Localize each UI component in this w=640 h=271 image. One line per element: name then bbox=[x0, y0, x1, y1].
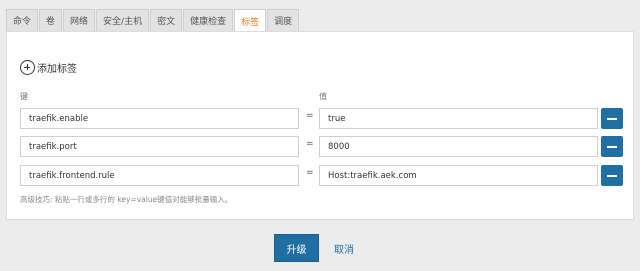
tab-bar: 命令 卷 网络 安全/主机 密文 健康检查 标签 调度 bbox=[6, 9, 300, 32]
cancel-button[interactable]: 取消 bbox=[329, 234, 359, 262]
label-value-input[interactable]: 8000 bbox=[319, 136, 598, 157]
upgrade-button[interactable]: 升级 bbox=[274, 234, 319, 262]
tab-security-host[interactable]: 安全/主机 bbox=[96, 9, 150, 31]
label-row: traefik.port = 8000 bbox=[20, 136, 623, 157]
label-row: traefik.enable = true bbox=[20, 108, 623, 129]
plus-circle-icon bbox=[20, 60, 35, 75]
bulk-input-hint: 高级技巧: 粘贴一行或多行的 key=value键值对能够批量输入。 bbox=[20, 195, 233, 204]
labels-panel: 添加标签 键 值 traefik.enable = true traefik.p… bbox=[6, 31, 634, 220]
tab-volumes[interactable]: 卷 bbox=[39, 9, 63, 31]
label-key-input[interactable]: traefik.port bbox=[20, 136, 299, 157]
tab-network[interactable]: 网络 bbox=[63, 9, 96, 31]
tab-labels[interactable]: 标签 bbox=[234, 9, 267, 32]
tab-scheduling[interactable]: 调度 bbox=[267, 9, 300, 31]
label-row: traefik.frontend.rule = Host:traefik.aek… bbox=[20, 165, 623, 186]
tab-secrets[interactable]: 密文 bbox=[150, 9, 183, 31]
add-label-button[interactable]: 添加标签 bbox=[20, 60, 77, 75]
equals-sign: = bbox=[306, 139, 314, 149]
label-value-input[interactable]: true bbox=[319, 108, 598, 129]
tab-command[interactable]: 命令 bbox=[6, 9, 39, 31]
remove-label-button[interactable] bbox=[601, 136, 623, 157]
label-key-input[interactable]: traefik.frontend.rule bbox=[20, 165, 299, 186]
tab-health-check[interactable]: 健康检查 bbox=[183, 9, 234, 31]
remove-label-button[interactable] bbox=[601, 165, 623, 186]
equals-sign: = bbox=[306, 168, 314, 178]
add-label-text: 添加标签 bbox=[37, 64, 77, 75]
remove-label-button[interactable] bbox=[601, 108, 623, 129]
value-column-label: 值 bbox=[319, 92, 327, 101]
equals-sign: = bbox=[306, 111, 314, 121]
key-column-label: 键 bbox=[20, 92, 28, 101]
label-value-input[interactable]: Host:traefik.aek.com bbox=[319, 165, 598, 186]
label-key-input[interactable]: traefik.enable bbox=[20, 108, 299, 129]
